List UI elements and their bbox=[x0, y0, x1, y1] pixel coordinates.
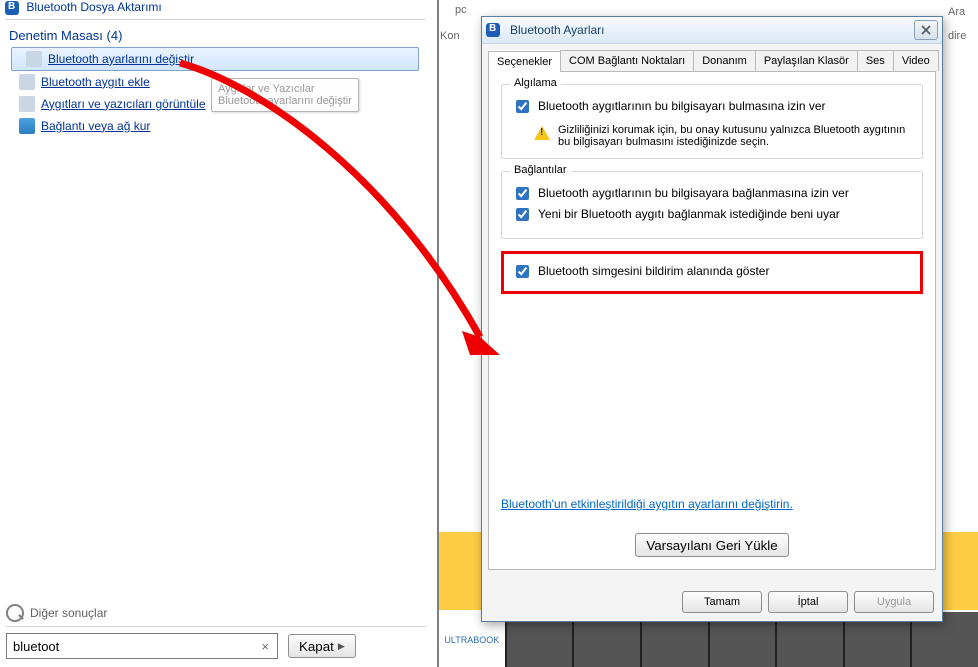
breadcrumb-text: Bluetooth Dosya Aktarımı bbox=[26, 0, 161, 14]
link-change-adapter-settings[interactable]: Bluetooth'un etkinleştirildiği aygıtın a… bbox=[501, 497, 793, 511]
checkbox-input[interactable] bbox=[516, 100, 529, 113]
checkbox-allow-discovery[interactable]: Bluetooth aygıtlarının bu bilgisayarı bu… bbox=[512, 99, 912, 116]
checkbox-show-tray-icon[interactable]: Bluetooth simgesini bildirim alanında gö… bbox=[512, 264, 912, 281]
group-title: Algılama bbox=[510, 77, 561, 89]
tab-shared-folder[interactable]: Paylaşılan Klasör bbox=[755, 50, 858, 71]
search-input-wrapper[interactable]: × bbox=[6, 633, 278, 659]
group-detection: Algılama Bluetooth aygıtlarının bu bilgi… bbox=[501, 84, 923, 159]
result-item-network[interactable]: Bağlantı veya ağ kur bbox=[5, 115, 425, 137]
checkbox-allow-connect[interactable]: Bluetooth aygıtlarının bu bilgisayara ba… bbox=[512, 186, 912, 203]
bg-text: Kon bbox=[440, 30, 460, 42]
titlebar[interactable]: B Bluetooth Ayarları bbox=[482, 17, 942, 44]
warning-note: Gizliliğinizi korumak için, bu onay kutu… bbox=[534, 124, 912, 148]
checkbox-input[interactable] bbox=[516, 265, 529, 278]
printer-icon bbox=[19, 96, 35, 112]
result-link[interactable]: Aygıtları ve yazıcıları görüntüle bbox=[41, 97, 206, 111]
results-header: Denetim Masası (4) bbox=[9, 28, 425, 43]
control-panel-results: B Bluetooth Dosya Aktarımı Denetim Masas… bbox=[0, 0, 439, 667]
chevron-right-icon: ▶ bbox=[338, 641, 345, 652]
search-icon bbox=[6, 604, 24, 622]
dialog-footer: Tamam İptal Uygula bbox=[682, 591, 934, 613]
result-item-change-bt-settings[interactable]: Bluetooth ayarlarını değiştir bbox=[11, 47, 419, 71]
tab-content: Algılama Bluetooth aygıtlarının bu bilgi… bbox=[488, 72, 936, 570]
annotation-highlight: Bluetooth simgesini bildirim alanında gö… bbox=[501, 251, 923, 294]
checkbox-input[interactable] bbox=[516, 208, 529, 221]
checkbox-alert-new-device[interactable]: Yeni bir Bluetooth aygıtı bağlanmak iste… bbox=[512, 207, 912, 224]
restore-defaults-button[interactable]: Varsayılanı Geri Yükle bbox=[635, 533, 788, 557]
other-results-label[interactable]: Diğer sonuçlar bbox=[6, 604, 426, 622]
device-icon bbox=[19, 74, 35, 90]
tab-hardware[interactable]: Donanım bbox=[693, 50, 756, 71]
network-icon bbox=[19, 118, 35, 134]
search-footer: Diğer sonuçlar × Kapat ▶ bbox=[6, 604, 426, 659]
breadcrumb: B Bluetooth Dosya Aktarımı Denetim Masas… bbox=[5, 0, 425, 137]
close-icon[interactable] bbox=[914, 20, 938, 40]
tooltip: Aygıtlar ve Yazıcılar Bluetooth ayarları… bbox=[211, 78, 359, 112]
tab-com-ports[interactable]: COM Bağlantı Noktaları bbox=[560, 50, 694, 71]
dialog-title: Bluetooth Ayarları bbox=[510, 23, 908, 37]
search-input[interactable] bbox=[11, 638, 257, 655]
tab-options[interactable]: Seçenekler bbox=[488, 51, 561, 72]
result-link[interactable]: Bluetooth ayarlarını değiştir bbox=[48, 52, 194, 66]
warning-icon bbox=[534, 126, 550, 140]
group-connections: Bağlantılar Bluetooth aygıtlarının bu bi… bbox=[501, 171, 923, 239]
bg-text: Ara bbox=[948, 6, 965, 18]
bluetooth-icon: B bbox=[486, 23, 500, 37]
clear-search-icon[interactable]: × bbox=[257, 639, 273, 654]
tab-audio[interactable]: Ses bbox=[857, 50, 894, 71]
close-button[interactable]: Kapat ▶ bbox=[288, 634, 356, 658]
apply-button[interactable]: Uygula bbox=[854, 591, 934, 613]
bluetooth-icon: B bbox=[5, 1, 19, 15]
bluetooth-settings-dialog: B Bluetooth Ayarları Seçenekler COM Bağl… bbox=[481, 16, 943, 622]
group-title: Bağlantılar bbox=[510, 164, 571, 176]
tabstrip: Seçenekler COM Bağlantı Noktaları Donanı… bbox=[488, 50, 936, 72]
cancel-button[interactable]: İptal bbox=[768, 591, 848, 613]
settings-icon bbox=[26, 51, 42, 67]
ok-button[interactable]: Tamam bbox=[682, 591, 762, 613]
tab-video[interactable]: Video bbox=[893, 50, 939, 71]
checkbox-input[interactable] bbox=[516, 187, 529, 200]
result-link[interactable]: Bağlantı veya ağ kur bbox=[41, 119, 150, 133]
result-link[interactable]: Bluetooth aygıtı ekle bbox=[41, 75, 150, 89]
bg-text: pc bbox=[455, 4, 467, 16]
bg-text: dire bbox=[948, 30, 966, 42]
